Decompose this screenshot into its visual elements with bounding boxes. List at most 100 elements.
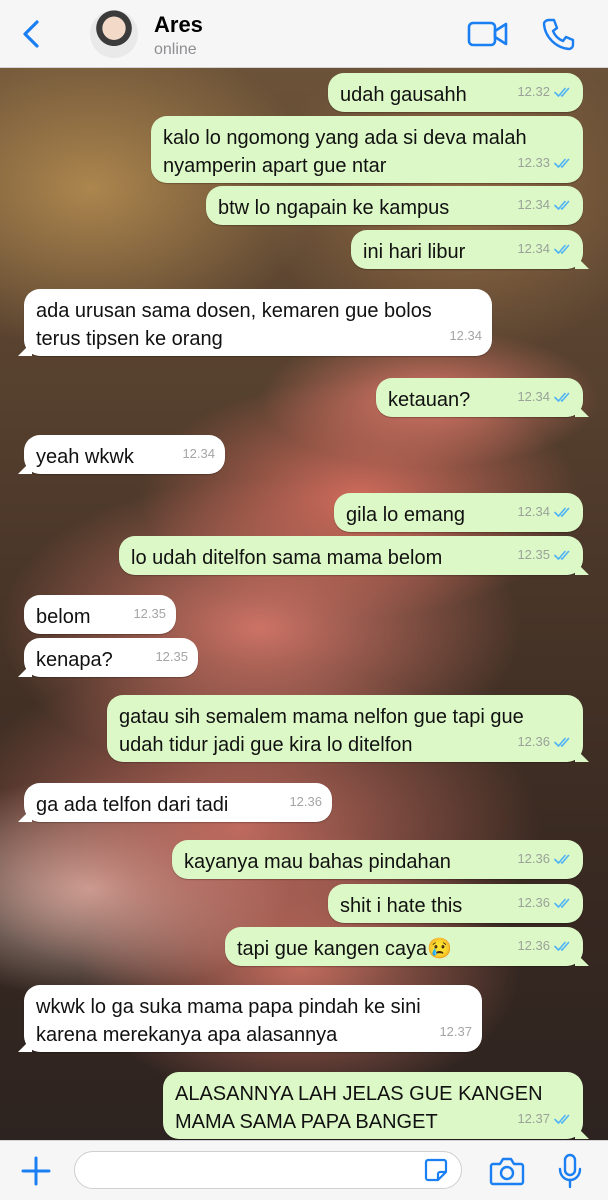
message-meta: 12.34 bbox=[182, 440, 215, 468]
message-meta: 12.35 bbox=[517, 541, 573, 569]
message-text: udah gausahh bbox=[340, 84, 467, 106]
message-meta: 12.36 bbox=[517, 845, 573, 873]
message-text: ga ada telfon dari tadi bbox=[36, 794, 229, 816]
contact-status: online bbox=[154, 41, 197, 58]
message-meta: 12.32 bbox=[517, 78, 573, 106]
attach-button[interactable] bbox=[18, 1153, 54, 1189]
message-list[interactable]: udah gausahh 12.32 kalo lo ngomong yang ad… bbox=[0, 68, 608, 1140]
message-time: 12.34 bbox=[449, 328, 482, 343]
message-text: ketauan? bbox=[388, 389, 471, 411]
outgoing-message[interactable]: tapi gue kangen caya😢 12.36 bbox=[225, 927, 583, 966]
message-text: gatau sih semalem mama nelfon gue tapi g… bbox=[119, 706, 530, 756]
message-time: 12.35 bbox=[517, 547, 550, 562]
message-meta: 12.37 bbox=[517, 1105, 573, 1133]
incoming-message[interactable]: ga ada telfon dari tadi 12.36 bbox=[24, 783, 332, 822]
message-meta: 12.34 bbox=[517, 498, 573, 526]
read-receipt-icon bbox=[554, 854, 570, 864]
message-time: 12.37 bbox=[517, 1111, 550, 1126]
read-receipt-icon bbox=[554, 158, 570, 168]
message-time: 12.32 bbox=[517, 84, 550, 99]
voice-call-button[interactable] bbox=[540, 16, 576, 52]
message-meta: 12.36 bbox=[517, 932, 573, 960]
message-text: ini hari libur bbox=[363, 241, 466, 263]
outgoing-message[interactable]: shit i hate this 12.36 bbox=[328, 884, 583, 923]
read-receipt-icon bbox=[554, 244, 570, 254]
message-time: 12.35 bbox=[133, 606, 166, 621]
outgoing-message[interactable]: gila lo emang 12.34 bbox=[334, 493, 583, 532]
message-text: gila lo emang bbox=[346, 504, 465, 526]
message-text: kalo lo ngomong yang ada si deva malah n… bbox=[163, 127, 533, 177]
message-time: 12.36 bbox=[289, 794, 322, 809]
message-time: 12.34 bbox=[517, 504, 550, 519]
voice-message-button[interactable] bbox=[556, 1153, 584, 1189]
outgoing-message[interactable]: lo udah ditelfon sama mama belom 12.35 bbox=[119, 536, 583, 575]
message-meta: 12.34 bbox=[517, 383, 573, 411]
message-text: yeah wkwk bbox=[36, 446, 134, 468]
read-receipt-icon bbox=[554, 1114, 570, 1124]
outgoing-message[interactable]: udah gausahh 12.32 bbox=[328, 73, 583, 112]
message-text: tapi gue kangen caya😢 bbox=[237, 938, 453, 960]
microphone-icon bbox=[558, 1153, 582, 1189]
message-text: shit i hate this bbox=[340, 895, 463, 917]
chevron-left-icon bbox=[23, 20, 39, 48]
message-meta: 12.36 bbox=[517, 889, 573, 917]
message-time: 12.35 bbox=[155, 649, 188, 664]
read-receipt-icon bbox=[554, 507, 570, 517]
message-meta: 12.34 bbox=[517, 191, 573, 219]
camera-icon bbox=[489, 1157, 525, 1186]
message-meta: 12.36 bbox=[517, 728, 573, 756]
read-receipt-icon bbox=[554, 941, 570, 951]
outgoing-message[interactable]: gatau sih semalem mama nelfon gue tapi g… bbox=[107, 695, 583, 762]
sticker-icon bbox=[424, 1158, 448, 1182]
message-time: 12.36 bbox=[517, 851, 550, 866]
message-text: belom bbox=[36, 606, 91, 628]
camera-button[interactable] bbox=[489, 1155, 525, 1187]
message-meta: 12.34 bbox=[517, 235, 573, 263]
message-text: ada urusan sama dosen, kemaren gue bolos… bbox=[36, 300, 438, 350]
outgoing-message[interactable]: ALASANNYA LAH JELAS GUE KANGEN MAMA SAMA… bbox=[163, 1072, 583, 1139]
incoming-message[interactable]: wkwk lo ga suka mama papa pindah ke sini… bbox=[24, 985, 482, 1052]
outgoing-message[interactable]: kayanya mau bahas pindahan 12.36 bbox=[172, 840, 583, 879]
plus-icon bbox=[21, 1156, 51, 1186]
outgoing-message[interactable]: kalo lo ngomong yang ada si deva malah n… bbox=[151, 116, 583, 183]
read-receipt-icon bbox=[554, 87, 570, 97]
outgoing-message[interactable]: btw lo ngapain ke kampus 12.34 bbox=[206, 186, 583, 225]
read-receipt-icon bbox=[554, 550, 570, 560]
composer-bar bbox=[0, 1140, 608, 1200]
contact-name[interactable]: Ares bbox=[154, 12, 203, 38]
message-time: 12.37 bbox=[439, 1024, 472, 1039]
read-receipt-icon bbox=[554, 898, 570, 908]
message-text: kenapa? bbox=[36, 649, 113, 671]
message-meta: 12.35 bbox=[133, 600, 166, 628]
chat-header: Ares online bbox=[0, 0, 608, 68]
read-receipt-icon bbox=[554, 737, 570, 747]
message-time: 12.34 bbox=[182, 446, 215, 461]
phone-icon bbox=[542, 18, 575, 51]
message-text: wkwk lo ga suka mama papa pindah ke sini… bbox=[36, 996, 427, 1046]
message-text: ALASANNYA LAH JELAS GUE KANGEN MAMA SAMA… bbox=[175, 1083, 549, 1133]
message-text: btw lo ngapain ke kampus bbox=[218, 197, 450, 219]
incoming-message[interactable]: belom 12.35 bbox=[24, 595, 176, 634]
incoming-message[interactable]: kenapa? 12.35 bbox=[24, 638, 198, 677]
avatar[interactable] bbox=[90, 10, 138, 58]
message-meta: 12.37 bbox=[439, 1018, 472, 1046]
outgoing-message[interactable]: ketauan? 12.34 bbox=[376, 378, 583, 417]
message-time: 12.36 bbox=[517, 734, 550, 749]
message-time: 12.36 bbox=[517, 938, 550, 953]
sticker-button[interactable] bbox=[423, 1157, 449, 1183]
message-time: 12.34 bbox=[517, 389, 550, 404]
incoming-message[interactable]: yeah wkwk 12.34 bbox=[24, 435, 225, 474]
read-receipt-icon bbox=[554, 200, 570, 210]
back-button[interactable] bbox=[14, 16, 48, 52]
message-time: 12.34 bbox=[517, 197, 550, 212]
message-meta: 12.34 bbox=[449, 322, 482, 350]
read-receipt-icon bbox=[554, 392, 570, 402]
message-time: 12.36 bbox=[517, 895, 550, 910]
message-input[interactable] bbox=[74, 1151, 462, 1189]
message-text: lo udah ditelfon sama mama belom bbox=[131, 547, 443, 569]
incoming-message[interactable]: ada urusan sama dosen, kemaren gue bolos… bbox=[24, 289, 492, 356]
message-time: 12.33 bbox=[517, 155, 550, 170]
outgoing-message[interactable]: ini hari libur 12.34 bbox=[351, 230, 583, 269]
message-time: 12.34 bbox=[517, 241, 550, 256]
video-call-button[interactable] bbox=[467, 18, 509, 50]
